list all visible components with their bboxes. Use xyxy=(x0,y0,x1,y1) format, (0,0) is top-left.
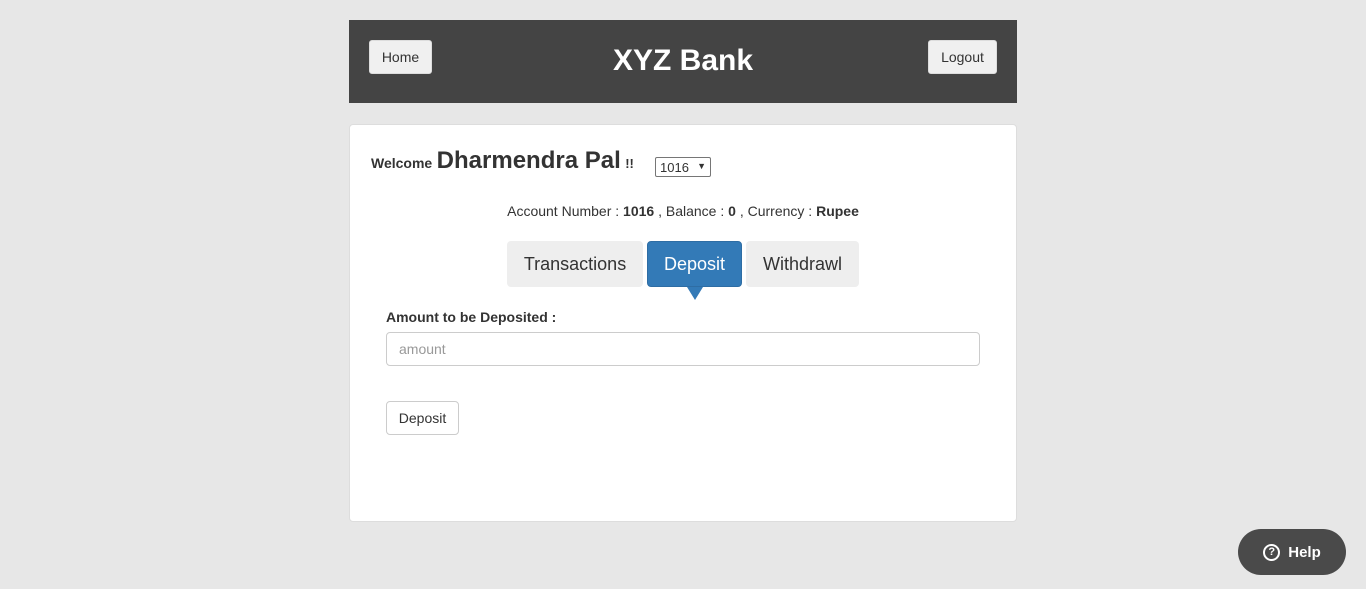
account-number-value: 1016 xyxy=(623,203,655,219)
welcome-prefix: Welcome xyxy=(371,155,433,171)
chevron-down-icon: ▼ xyxy=(697,161,706,171)
tab-withdrawl[interactable]: Withdrawl xyxy=(746,241,859,287)
deposit-submit-button[interactable]: Deposit xyxy=(386,401,459,435)
currency-value: Rupee xyxy=(816,203,859,219)
welcome-message: Welcome Dharmendra Pal !! xyxy=(371,147,634,175)
account-select-value: 1016 xyxy=(660,159,689,175)
tab-deposit[interactable]: Deposit xyxy=(647,241,742,287)
active-tab-caret-icon xyxy=(687,287,703,300)
question-circle-icon: ? xyxy=(1263,543,1281,561)
account-panel: Welcome Dharmendra Pal !! 1016 ▼ Account… xyxy=(349,124,1017,522)
account-select[interactable]: 1016 ▼ xyxy=(655,157,711,177)
balance-label: , Balance : xyxy=(654,203,729,219)
amount-input[interactable] xyxy=(386,332,980,366)
account-number-label: Account Number : xyxy=(507,203,624,219)
help-label: Help xyxy=(1288,543,1321,561)
app-header: Home XYZ Bank Logout xyxy=(349,20,1017,103)
logout-button[interactable]: Logout xyxy=(928,40,997,74)
amount-label: Amount to be Deposited : xyxy=(386,309,557,325)
customer-name: Dharmendra Pal xyxy=(436,147,621,174)
tab-transactions[interactable]: Transactions xyxy=(507,241,643,287)
bank-title: XYZ Bank xyxy=(612,44,754,77)
currency-label: , Currency : xyxy=(735,203,817,219)
help-button[interactable]: ? Help xyxy=(1238,529,1346,575)
welcome-suffix: !! xyxy=(625,156,634,171)
account-info: Account Number : 1016 , Balance : 0 , Cu… xyxy=(350,203,1016,219)
balance-value: 0 xyxy=(728,203,736,219)
